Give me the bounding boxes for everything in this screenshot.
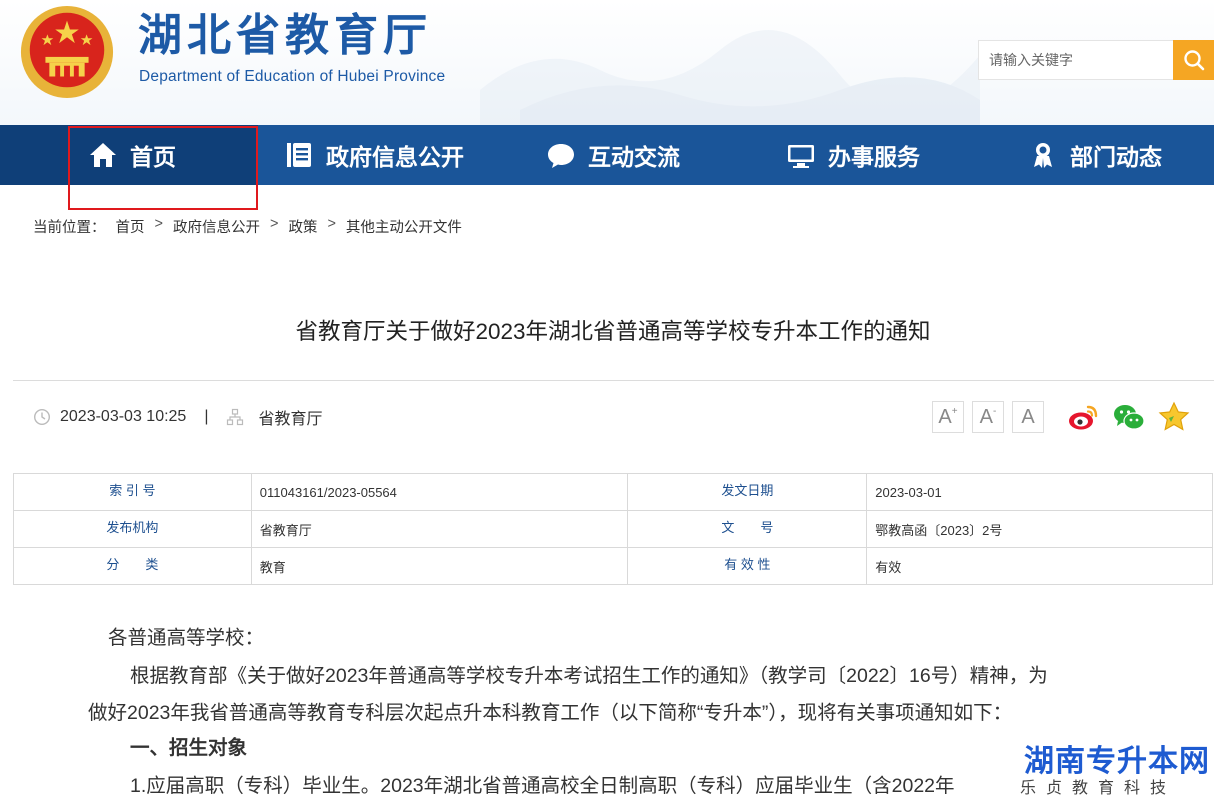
breadcrumb-separator: > — [269, 216, 279, 232]
info-value: 鄂教高函〔2023〕2号 — [866, 510, 1213, 548]
nav-item-interaction[interactable]: 互动交流 — [546, 125, 680, 185]
title-divider — [13, 380, 1214, 381]
highlight-annotation-box — [68, 126, 258, 210]
font-size-increase-button[interactable]: A + — [932, 401, 964, 433]
font-size-decrease-button[interactable]: A- — [972, 401, 1004, 433]
breadcrumb-separator: > — [327, 216, 336, 232]
wechat-share-icon[interactable] — [1112, 401, 1146, 433]
info-value: 教育 — [250, 547, 629, 585]
breadcrumb-link-gov-info[interactable]: 政府信息公开 — [173, 216, 260, 237]
info-value: 有效 — [866, 547, 1213, 585]
nav-item-label: 办事服务 — [828, 144, 920, 170]
breadcrumb-link-policy[interactable]: 政策 — [288, 216, 317, 237]
article-meta: 2023-03-03 10:25 | 省教育厅 — [33, 405, 323, 429]
article-source: 省教育厅 — [258, 411, 323, 428]
site-subtitle: Department of Education of Hubei Provinc… — [139, 68, 446, 85]
body-paragraph-line: 根据教育部《关于做好2023年普通高等学校专升本考试招生工作的通知》（教学司〔2… — [130, 665, 1048, 687]
info-key: 有 效 性 — [627, 547, 868, 585]
weibo-share-icon[interactable] — [1066, 401, 1100, 433]
watermark: 湖南专升本网 乐贞教育科技 — [1018, 736, 1214, 798]
info-key: 索 引 号 — [13, 473, 252, 511]
info-value: 省教育厅 — [250, 510, 629, 548]
info-key: 发布机构 — [13, 510, 252, 548]
mountain-decoration — [480, 30, 980, 126]
font-size-label: A — [938, 405, 952, 428]
site-title: 湖北省教育厅 — [138, 10, 432, 61]
font-size-reset-button[interactable]: A — [1012, 401, 1044, 433]
table-row: 分 类 教育 有 效 性 有效 — [13, 547, 1213, 585]
nav-item-services[interactable]: 办事服务 — [786, 125, 920, 185]
site-header: 湖北省教育厅 Department of Education of Hubei … — [0, 0, 1214, 126]
search-icon — [1183, 50, 1204, 71]
body-greeting: 各普通高等学校： — [108, 627, 265, 649]
table-row: 索 引 号 011043161/2023-05564 发文日期 2023-03-… — [13, 473, 1213, 511]
nav-item-gov-info[interactable]: 政府信息公开 — [284, 125, 464, 185]
body-list-item: 1.应届高职（专科）毕业生。2023年湖北省普通高校全日制高职（专科）应届毕业生… — [130, 775, 955, 797]
font-size-label: A — [979, 405, 993, 428]
nav-item-label: 互动交流 — [588, 144, 680, 170]
monitor-icon — [788, 145, 814, 168]
info-key: 分 类 — [13, 547, 252, 585]
meta-separator: | — [204, 408, 209, 425]
nav-item-label: 部门动态 — [1070, 144, 1162, 170]
nav-item-label: 政府信息公开 — [326, 144, 464, 170]
breadcrumb-separator: > — [154, 216, 163, 232]
font-size-label: A — [1021, 405, 1035, 428]
breadcrumb: 当前位置： 首页 > 政府信息公开 > 政策 > 其他主动公开文件 — [33, 216, 462, 237]
section-heading: 一、招生对象 — [130, 737, 248, 759]
info-value: 011043161/2023-05564 — [250, 473, 629, 511]
search-input[interactable] — [978, 40, 1174, 80]
publish-datetime: 2023-03-03 10:25 — [60, 408, 187, 425]
document-list-icon — [287, 143, 311, 167]
body-paragraph-line: 做好2023年我省普通高等教育专科层次起点升本科教育工作（以下简称“专升本”），… — [88, 702, 1013, 724]
breadcrumb-prefix: 当前位置： — [33, 220, 106, 236]
document-info-table: 索 引 号 011043161/2023-05564 发文日期 2023-03-… — [13, 473, 1213, 585]
clock-icon — [33, 408, 51, 426]
article-title: 省教育厅关于做好2023年湖北省普通高等学校专升本工作的通知 — [295, 319, 931, 344]
info-value: 2023-03-01 — [866, 473, 1213, 511]
award-person-icon — [1034, 143, 1052, 168]
search-button[interactable] — [1173, 40, 1214, 80]
national-emblem-icon — [20, 5, 114, 99]
watermark-tagline: 乐贞教育科技 — [1020, 780, 1177, 797]
sitemap-icon — [227, 408, 244, 426]
nav-item-department-news[interactable]: 部门动态 — [1028, 125, 1162, 185]
favorite-star-icon[interactable] — [1157, 401, 1191, 433]
table-row: 发布机构 省教育厅 文 号 鄂教高函〔2023〕2号 — [13, 510, 1213, 548]
breadcrumb-link-other-files[interactable]: 其他主动公开文件 — [346, 216, 462, 237]
breadcrumb-link-home[interactable]: 首页 — [116, 216, 145, 237]
info-key: 文 号 — [627, 510, 868, 548]
info-key: 发文日期 — [627, 473, 868, 511]
chat-bubble-icon — [548, 144, 574, 168]
